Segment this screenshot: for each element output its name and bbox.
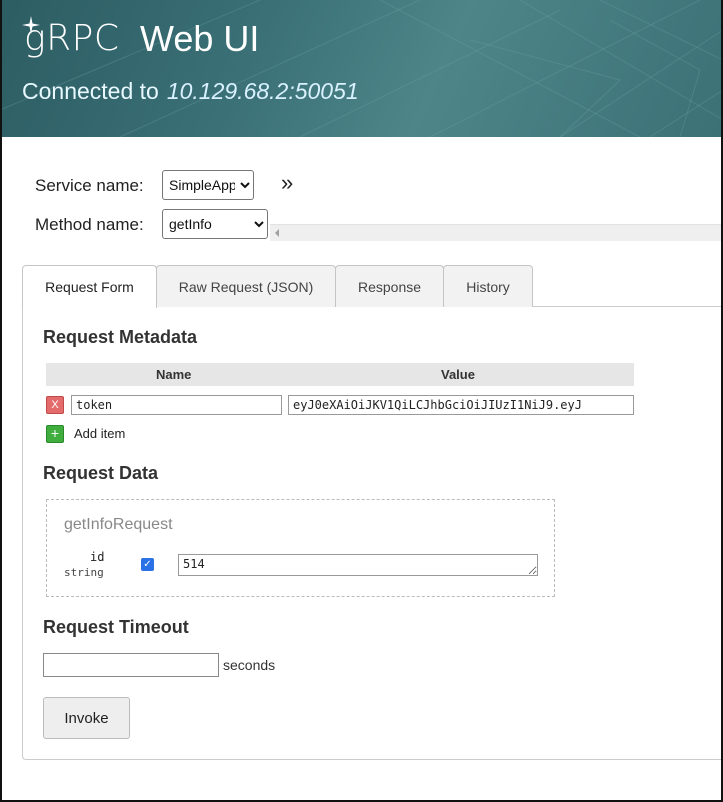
- service-name-label: Service name:: [35, 176, 144, 195]
- request-message-box: getInfoRequest: [46, 499, 555, 597]
- column-name: Name: [156, 367, 192, 382]
- method-select[interactable]: getInfo: [162, 209, 268, 239]
- request-data-heading: Request Data: [43, 463, 159, 483]
- metadata-name-input[interactable]: [71, 395, 282, 415]
- add-item-label[interactable]: Add item: [74, 426, 125, 441]
- invoke-button[interactable]: Invoke: [43, 697, 130, 739]
- message-type-name: getInfoRequest: [64, 516, 173, 533]
- service-select[interactable]: SimpleApp: [162, 170, 254, 200]
- column-value: Value: [441, 367, 475, 382]
- connected-label: Connected to: [22, 78, 159, 104]
- grpc-logo: gRPC: [22, 16, 119, 59]
- tab-raw-request[interactable]: Raw Request (JSON): [156, 265, 336, 307]
- remove-item-button[interactable]: X: [46, 396, 64, 414]
- app-header: gRPC Web UI Connected to 10.129.68.2:5005…: [0, 0, 723, 137]
- timeout-input[interactable]: [43, 653, 219, 677]
- method-name-label: Method name:: [35, 215, 144, 234]
- add-item-button[interactable]: +: [46, 425, 64, 443]
- tab-response[interactable]: Response: [335, 265, 444, 307]
- request-metadata-heading: Request Metadata: [43, 327, 198, 347]
- metadata-table-header: Name Value: [46, 363, 634, 386]
- field-include-checkbox[interactable]: ✓: [141, 558, 154, 571]
- timeout-unit: seconds: [223, 657, 276, 673]
- request-timeout-heading: Request Timeout: [43, 617, 189, 637]
- app-title: Web UI: [140, 18, 260, 59]
- field-type: string: [64, 566, 104, 579]
- tab-request-form[interactable]: Request Form: [22, 265, 157, 308]
- expand-icon[interactable]: »: [281, 170, 293, 196]
- server-address: 10.129.68.2:50051: [166, 78, 359, 104]
- horizontal-scrollbar[interactable]: [270, 224, 723, 241]
- connection-status: Connected to 10.129.68.2:50051: [22, 78, 359, 105]
- metadata-value-input[interactable]: [288, 395, 634, 415]
- tab-history[interactable]: History: [443, 265, 533, 307]
- field-value-input[interactable]: 514: [178, 554, 538, 576]
- sparkle-icon: [22, 16, 40, 34]
- scroll-left-icon[interactable]: [275, 229, 279, 237]
- field-name: id: [90, 550, 105, 564]
